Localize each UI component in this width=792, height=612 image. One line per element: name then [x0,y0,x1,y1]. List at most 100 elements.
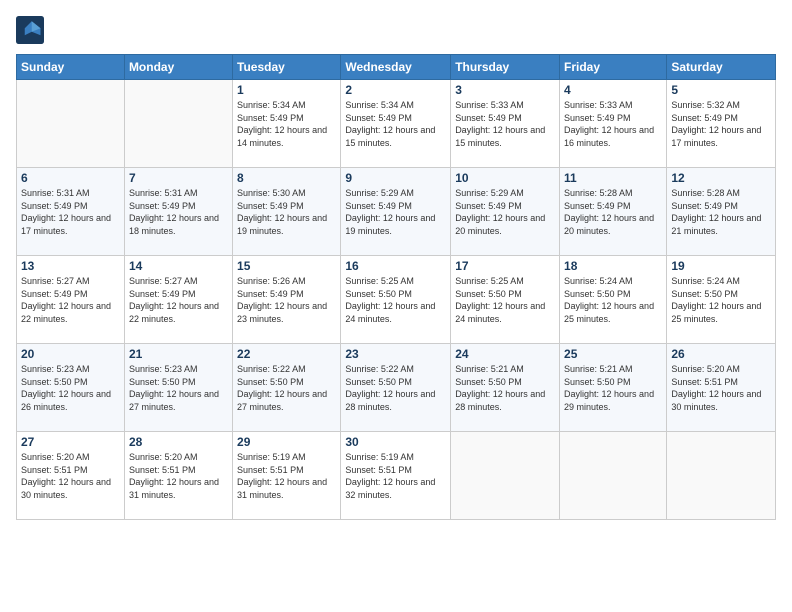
calendar-cell: 16 Sunrise: 5:25 AMSunset: 5:50 PMDayligh… [341,256,451,344]
day-number: 3 [455,83,555,97]
cell-content: Sunrise: 5:20 AMSunset: 5:51 PMDaylight:… [671,363,771,413]
calendar-cell: 24 Sunrise: 5:21 AMSunset: 5:50 PMDayligh… [451,344,560,432]
calendar-cell: 6 Sunrise: 5:31 AMSunset: 5:49 PMDaylight… [17,168,125,256]
calendar-cell [451,432,560,520]
day-number: 7 [129,171,228,185]
cell-content: Sunrise: 5:25 AMSunset: 5:50 PMDaylight:… [345,275,446,325]
cell-content: Sunrise: 5:34 AMSunset: 5:49 PMDaylight:… [237,99,336,149]
calendar-cell: 3 Sunrise: 5:33 AMSunset: 5:49 PMDaylight… [451,80,560,168]
day-number: 22 [237,347,336,361]
calendar-week-row: 20 Sunrise: 5:23 AMSunset: 5:50 PMDayligh… [17,344,776,432]
calendar-week-row: 1 Sunrise: 5:34 AMSunset: 5:49 PMDaylight… [17,80,776,168]
cell-content: Sunrise: 5:30 AMSunset: 5:49 PMDaylight:… [237,187,336,237]
cell-content: Sunrise: 5:26 AMSunset: 5:49 PMDaylight:… [237,275,336,325]
day-number: 8 [237,171,336,185]
calendar-cell [124,80,232,168]
cell-content: Sunrise: 5:23 AMSunset: 5:50 PMDaylight:… [21,363,120,413]
cell-content: Sunrise: 5:28 AMSunset: 5:49 PMDaylight:… [671,187,771,237]
calendar-cell: 29Sunrise: 5:19 AMSunset: 5:51 PMDayligh… [233,432,341,520]
day-number: 6 [21,171,120,185]
day-number: 14 [129,259,228,273]
day-number: 9 [345,171,446,185]
day-number: 20 [21,347,120,361]
calendar-cell: 18 Sunrise: 5:24 AMSunset: 5:50 PMDayligh… [560,256,667,344]
calendar: SundayMondayTuesdayWednesdayThursdayFrid… [16,54,776,520]
day-number: 15 [237,259,336,273]
calendar-header-cell: Friday [560,55,667,80]
day-number: 12 [671,171,771,185]
calendar-cell: 26 Sunrise: 5:20 AMSunset: 5:51 PMDayligh… [667,344,776,432]
calendar-cell: 19 Sunrise: 5:24 AMSunset: 5:50 PMDayligh… [667,256,776,344]
cell-content: Sunrise: 5:24 AMSunset: 5:50 PMDaylight:… [671,275,771,325]
cell-content: Sunrise: 5:19 AMSunset: 5:51 PMDaylight:… [345,451,446,501]
logo-icon [16,16,44,44]
cell-content: Sunrise: 5:22 AMSunset: 5:50 PMDaylight:… [237,363,336,413]
calendar-cell: 13 Sunrise: 5:27 AMSunset: 5:49 PMDayligh… [17,256,125,344]
calendar-cell: 23 Sunrise: 5:22 AMSunset: 5:50 PMDayligh… [341,344,451,432]
day-number: 5 [671,83,771,97]
day-number: 23 [345,347,446,361]
calendar-cell: 27Sunrise: 5:20 AMSunset: 5:51 PMDayligh… [17,432,125,520]
header [16,16,776,44]
cell-content: Sunrise: 5:20 AMSunset: 5:51 PMDaylight:… [129,451,228,501]
calendar-cell: 8 Sunrise: 5:30 AMSunset: 5:49 PMDaylight… [233,168,341,256]
day-number: 28 [129,435,228,449]
cell-content: Sunrise: 5:23 AMSunset: 5:50 PMDaylight:… [129,363,228,413]
day-number: 21 [129,347,228,361]
calendar-cell: 15 Sunrise: 5:26 AMSunset: 5:49 PMDayligh… [233,256,341,344]
cell-content: Sunrise: 5:21 AMSunset: 5:50 PMDaylight:… [455,363,555,413]
cell-content: Sunrise: 5:24 AMSunset: 5:50 PMDaylight:… [564,275,662,325]
day-number: 1 [237,83,336,97]
calendar-cell: 9 Sunrise: 5:29 AMSunset: 5:49 PMDaylight… [341,168,451,256]
calendar-header-cell: Saturday [667,55,776,80]
calendar-header-cell: Monday [124,55,232,80]
day-number: 2 [345,83,446,97]
calendar-header-cell: Thursday [451,55,560,80]
day-number: 19 [671,259,771,273]
day-number: 10 [455,171,555,185]
day-number: 11 [564,171,662,185]
cell-content: Sunrise: 5:33 AMSunset: 5:49 PMDaylight:… [455,99,555,149]
calendar-week-row: 6 Sunrise: 5:31 AMSunset: 5:49 PMDaylight… [17,168,776,256]
cell-content: Sunrise: 5:28 AMSunset: 5:49 PMDaylight:… [564,187,662,237]
calendar-cell: 30 Sunrise: 5:19 AMSunset: 5:51 PMDayligh… [341,432,451,520]
day-number: 29 [237,435,336,449]
cell-content: Sunrise: 5:32 AMSunset: 5:49 PMDaylight:… [671,99,771,149]
calendar-cell: 28 Sunrise: 5:20 AMSunset: 5:51 PMDayligh… [124,432,232,520]
calendar-cell: 12 Sunrise: 5:28 AMSunset: 5:49 PMDayligh… [667,168,776,256]
day-number: 25 [564,347,662,361]
calendar-cell [667,432,776,520]
cell-content: Sunrise: 5:29 AMSunset: 5:49 PMDaylight:… [455,187,555,237]
cell-content: Sunrise: 5:22 AMSunset: 5:50 PMDaylight:… [345,363,446,413]
day-number: 18 [564,259,662,273]
logo [16,16,48,44]
cell-content: Sunrise: 5:27 AMSunset: 5:49 PMDaylight:… [21,275,120,325]
calendar-cell: 5 Sunrise: 5:32 AMSunset: 5:49 PMDaylight… [667,80,776,168]
calendar-header-row: SundayMondayTuesdayWednesdayThursdayFrid… [17,55,776,80]
calendar-cell: 4 Sunrise: 5:33 AMSunset: 5:49 PMDaylight… [560,80,667,168]
cell-content: Sunrise: 5:31 AMSunset: 5:49 PMDaylight:… [21,187,120,237]
cell-content: Sunrise: 5:31 AMSunset: 5:49 PMDaylight:… [129,187,228,237]
cell-content: Sunrise: 5:34 AMSunset: 5:49 PMDaylight:… [345,99,446,149]
calendar-cell: 10 Sunrise: 5:29 AMSunset: 5:49 PMDayligh… [451,168,560,256]
calendar-cell: 2 Sunrise: 5:34 AMSunset: 5:49 PMDaylight… [341,80,451,168]
day-number: 26 [671,347,771,361]
day-number: 16 [345,259,446,273]
page: SundayMondayTuesdayWednesdayThursdayFrid… [0,0,792,612]
calendar-header-cell: Wednesday [341,55,451,80]
calendar-header-cell: Tuesday [233,55,341,80]
cell-content: Sunrise: 5:33 AMSunset: 5:49 PMDaylight:… [564,99,662,149]
day-number: 27 [21,435,120,449]
calendar-week-row: 27 Sunrise: 5:20 AMSunset: 5:51 PMDayligh… [17,432,776,520]
day-number: 30 [345,435,446,449]
calendar-header-cell: Sunday [17,55,125,80]
day-number: 24 [455,347,555,361]
cell-content: Sunrise: 5:29 AMSunset: 5:49 PMDaylight:… [345,187,446,237]
cell-content: Sunrise: 5:27 AMSunset: 5:49 PMDaylight:… [129,275,228,325]
calendar-cell: 20 Sunrise: 5:23 AMSunset: 5:50 PMDayligh… [17,344,125,432]
day-number: 13 [21,259,120,273]
day-number: 4 [564,83,662,97]
cell-content: Sunrise: 5:21 AMSunset: 5:50 PMDaylight:… [564,363,662,413]
calendar-cell: 11 Sunrise: 5:28 AMSunset: 5:49 PMDayligh… [560,168,667,256]
calendar-cell: 21 Sunrise: 5:23 AMSunset: 5:50 PMDayligh… [124,344,232,432]
